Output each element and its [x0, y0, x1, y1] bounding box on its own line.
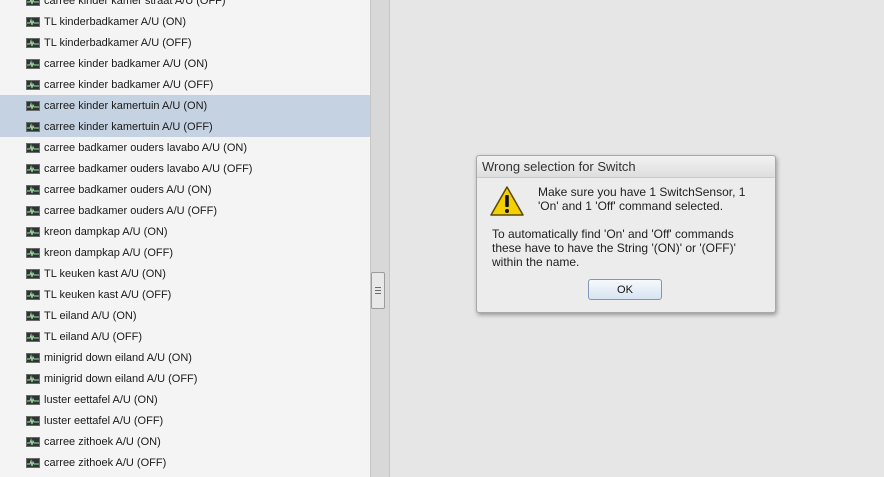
list-item-label: luster eettafel A/U (OFF) — [44, 414, 164, 427]
list-item-label: carree kinder badkamer A/U (OFF) — [44, 78, 214, 91]
list-item[interactable]: carree badkamer ouders lavabo A/U (ON) — [0, 137, 370, 158]
list-item-label: carree zithoek A/U (OFF) — [44, 456, 167, 469]
list-item-label: TL eiland A/U (ON) — [44, 309, 137, 322]
grip-icon — [375, 287, 381, 294]
list-item[interactable]: TL eiland A/U (ON) — [0, 305, 370, 326]
list-item-label: TL keuken kast A/U (ON) — [44, 267, 166, 280]
command-icon — [26, 247, 40, 258]
list-item-label: kreon dampkap A/U (ON) — [44, 225, 168, 238]
command-icon — [26, 373, 40, 384]
dialog-body: Make sure you have 1 SwitchSensor, 1 'On… — [477, 178, 775, 273]
list-item-label: carree kinder badkamer A/U (ON) — [44, 57, 208, 70]
list-item[interactable]: carree kinder kamer straat A/U (OFF) — [0, 0, 370, 11]
list-item[interactable]: luster eettafel A/U (ON) — [0, 389, 370, 410]
error-dialog: Wrong selection for Switch Make sure you… — [476, 155, 776, 313]
list-item[interactable]: TL kinderbadkamer A/U (OFF) — [0, 32, 370, 53]
command-icon — [26, 310, 40, 321]
command-icon — [26, 79, 40, 90]
command-icon — [26, 205, 40, 216]
list-item-label: carree badkamer ouders A/U (OFF) — [44, 204, 218, 217]
list-item[interactable]: carree badkamer ouders A/U (ON) — [0, 179, 370, 200]
command-icon — [26, 142, 40, 153]
list-item-label: TL kinderbadkamer A/U (OFF) — [44, 36, 192, 49]
list-item[interactable]: carree kinder kamertuin A/U (ON) — [0, 95, 370, 116]
list-item[interactable]: carree zithoek A/U (OFF) — [0, 452, 370, 473]
command-icon — [26, 184, 40, 195]
device-list: carree kinder kamer straat A/U (OFF) TL k… — [0, 0, 370, 473]
list-item[interactable]: carree badkamer ouders lavabo A/U (OFF) — [0, 158, 370, 179]
list-item-label: TL eiland A/U (OFF) — [44, 330, 143, 343]
dialog-title: Wrong selection for Switch — [477, 156, 775, 178]
command-icon — [26, 268, 40, 279]
splitter[interactable] — [370, 0, 390, 477]
command-icon — [26, 457, 40, 468]
list-item[interactable]: minigrid down eiland A/U (ON) — [0, 347, 370, 368]
list-item[interactable]: luster eettafel A/U (OFF) — [0, 410, 370, 431]
list-item-label: carree zithoek A/U (ON) — [44, 435, 161, 448]
list-item[interactable]: kreon dampkap A/U (OFF) — [0, 242, 370, 263]
list-item[interactable]: minigrid down eiland A/U (OFF) — [0, 368, 370, 389]
list-item-label: carree kinder kamer straat A/U (OFF) — [44, 0, 226, 7]
command-icon — [26, 289, 40, 300]
list-item-label: TL keuken kast A/U (OFF) — [44, 288, 172, 301]
dialog-message-secondary: To automatically find 'On' and 'Off' com… — [492, 227, 736, 269]
command-icon — [26, 163, 40, 174]
command-icon — [26, 0, 40, 6]
warning-icon — [490, 186, 524, 221]
list-item-label: TL kinderbadkamer A/U (ON) — [44, 15, 187, 28]
list-item-label: minigrid down eiland A/U (OFF) — [44, 372, 198, 385]
command-icon — [26, 436, 40, 447]
command-icon — [26, 226, 40, 237]
list-item[interactable]: TL eiland A/U (OFF) — [0, 326, 370, 347]
list-item-label: carree badkamer ouders lavabo A/U (OFF) — [44, 162, 253, 175]
list-item[interactable]: carree kinder badkamer A/U (OFF) — [0, 74, 370, 95]
list-item-label: carree kinder kamertuin A/U (ON) — [44, 99, 208, 112]
list-item[interactable]: carree zithoek A/U (ON) — [0, 431, 370, 452]
command-icon — [26, 37, 40, 48]
list-item-label: minigrid down eiland A/U (ON) — [44, 351, 192, 364]
command-icon — [26, 331, 40, 342]
command-icon — [26, 415, 40, 426]
command-icon — [26, 16, 40, 27]
command-icon — [26, 121, 40, 132]
command-icon — [26, 58, 40, 69]
list-item[interactable]: carree kinder badkamer A/U (ON) — [0, 53, 370, 74]
list-item[interactable]: TL kinderbadkamer A/U (ON) — [0, 11, 370, 32]
list-item-label: carree kinder kamertuin A/U (OFF) — [44, 120, 213, 133]
list-item-label: luster eettafel A/U (ON) — [44, 393, 158, 406]
command-icon — [26, 394, 40, 405]
list-item-label: carree badkamer ouders A/U (ON) — [44, 183, 212, 196]
list-item-label: carree badkamer ouders lavabo A/U (ON) — [44, 141, 247, 154]
list-item[interactable]: TL keuken kast A/U (OFF) — [0, 284, 370, 305]
command-icon — [26, 100, 40, 111]
list-item[interactable]: kreon dampkap A/U (ON) — [0, 221, 370, 242]
splitter-handle[interactable] — [371, 272, 385, 309]
ok-button[interactable]: OK — [588, 279, 662, 300]
list-item-label: kreon dampkap A/U (OFF) — [44, 246, 173, 259]
list-item[interactable]: carree kinder kamertuin A/U (OFF) — [0, 116, 370, 137]
dialog-message-primary: Make sure you have 1 SwitchSensor, 1 'On… — [538, 185, 746, 213]
device-list-panel: carree kinder kamer straat A/U (OFF) TL k… — [0, 0, 370, 477]
list-item[interactable]: TL keuken kast A/U (ON) — [0, 263, 370, 284]
command-icon — [26, 352, 40, 363]
list-item[interactable]: carree badkamer ouders A/U (OFF) — [0, 200, 370, 221]
